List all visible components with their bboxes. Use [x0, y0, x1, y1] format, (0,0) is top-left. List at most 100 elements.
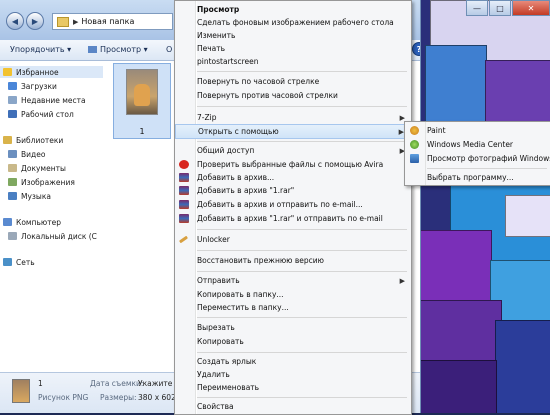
details-date-label: Дата съемки:	[90, 379, 144, 388]
submenu-item-media-center[interactable]: Windows Media Center	[405, 138, 550, 151]
menu-item-share[interactable]: Общий доступ ▶	[175, 144, 411, 157]
star-icon	[3, 68, 12, 76]
sidebar-item-network[interactable]: Сеть	[3, 256, 35, 268]
submenu-arrow-icon: ▶	[399, 276, 405, 285]
close-button[interactable]: ✕	[512, 0, 550, 16]
menu-item-rename[interactable]: Переименовать	[175, 381, 411, 394]
menu-separator	[197, 229, 407, 230]
menu-item-rar-email[interactable]: Добавить в архив "1.rar" и отправить по …	[175, 212, 411, 225]
menu-item-label: 7-Zip	[197, 113, 217, 122]
menu-item-avira-scan[interactable]: Проверить выбранные файлы с помощью Avir…	[175, 158, 411, 171]
menu-item-archive-email[interactable]: Добавить в архив и отправить по e-mail..…	[175, 198, 411, 211]
downloads-icon	[8, 82, 17, 90]
menu-separator	[197, 397, 407, 398]
menu-item-send-to[interactable]: Отправить ▶	[175, 274, 411, 287]
menu-item-label: Переименовать	[197, 383, 260, 392]
menu-item-pintostartscreen[interactable]: pintostartscreen	[175, 55, 411, 68]
menu-item-copy[interactable]: Копировать	[175, 335, 411, 348]
menu-item-add-to-rar[interactable]: Добавить в архив "1.rar"	[175, 184, 411, 197]
computer-icon	[3, 218, 12, 226]
menu-item-label: Копировать	[197, 337, 244, 346]
view-button[interactable]: Просмотр ▾	[88, 45, 148, 54]
breadcrumb-arrow-icon: ▶	[73, 17, 79, 26]
menu-item-restore-previous[interactable]: Восстановить прежнюю версию	[175, 254, 411, 267]
menu-item-label: Открыть с помощью	[198, 127, 279, 136]
back-button[interactable]: ◀	[6, 12, 24, 30]
menu-item-label: Просмотр	[197, 5, 240, 14]
menu-item-add-to-archive[interactable]: Добавить в архив...	[175, 171, 411, 184]
details-file-name: 1	[38, 379, 43, 388]
menu-item-label: Восстановить прежнюю версию	[197, 256, 324, 265]
menu-item-rotate-ccw[interactable]: Повернуть против часовой стрелки	[175, 89, 411, 102]
menu-item-rotate-cw[interactable]: Повернуть по часовой стрелке	[175, 75, 411, 88]
forward-button[interactable]: ▶	[26, 12, 44, 30]
pictures-icon	[8, 178, 17, 186]
sidebar-item-pictures[interactable]: Изображения	[8, 176, 75, 188]
menu-item-print[interactable]: Печать	[175, 42, 411, 55]
minimize-button[interactable]: —	[466, 0, 488, 16]
submenu-item-choose-program[interactable]: Выбрать программу...	[405, 171, 550, 184]
music-icon	[8, 192, 17, 200]
sidebar-item-favorites[interactable]: Избранное	[0, 66, 103, 78]
file-list: 1	[103, 61, 178, 371]
menu-item-properties[interactable]: Свойства	[175, 400, 411, 413]
menu-item-edit[interactable]: Изменить	[175, 29, 411, 42]
menu-item-label: Добавить в архив "1.rar" и отправить по …	[197, 214, 383, 223]
sidebar-item-recent-places[interactable]: Недавние места	[8, 94, 86, 106]
menu-item-create-shortcut[interactable]: Создать ярлык	[175, 355, 411, 368]
menu-item-unlocker[interactable]: Unlocker	[175, 233, 411, 246]
wallpaper-shape	[420, 360, 497, 413]
sidebar-item-libraries[interactable]: Библиотеки	[3, 134, 63, 146]
menu-item-set-wallpaper[interactable]: Сделать фоновым изображением рабочего ст…	[175, 16, 411, 29]
sidebar-item-video[interactable]: Видео	[8, 148, 45, 160]
maximize-button[interactable]: □	[489, 0, 511, 16]
wallpaper-shape	[425, 45, 487, 127]
menu-item-copy-to-folder[interactable]: Копировать в папку...	[175, 288, 411, 301]
sidebar-item-label: Компьютер	[16, 217, 61, 227]
menu-separator	[427, 168, 547, 169]
menu-item-label: Создать ярлык	[197, 357, 257, 366]
wallpaper-shape	[495, 320, 550, 413]
file-name: 1	[139, 127, 145, 136]
toolbar-truncated-button[interactable]: О	[166, 45, 172, 54]
menu-item-open-with[interactable]: Открыть с помощью ▶	[175, 124, 411, 139]
winrar-icon	[179, 173, 189, 182]
submenu-item-paint[interactable]: Paint	[405, 124, 550, 137]
menu-item-label: Переместить в папку...	[197, 303, 289, 312]
sidebar-item-label: Видео	[21, 149, 46, 159]
context-menu: Просмотр Сделать фоновым изображением ра…	[174, 0, 412, 415]
sidebar-item-music[interactable]: Музыка	[8, 190, 51, 202]
sidebar-item-label: Локальный диск (C	[21, 231, 97, 241]
menu-item-move-to-folder[interactable]: Переместить в папку...	[175, 301, 411, 314]
sidebar-item-label: Загрузки	[21, 81, 57, 91]
photo-viewer-icon	[410, 154, 419, 163]
sidebar-item-downloads[interactable]: Загрузки	[8, 80, 57, 92]
sidebar-item-label: Музыка	[21, 191, 51, 201]
organize-button[interactable]: Упорядочить ▾	[10, 45, 71, 54]
address-bar[interactable]: ▶ Новая папка	[52, 13, 173, 30]
media-center-icon	[410, 140, 419, 149]
menu-item-label: Удалить	[197, 370, 230, 379]
menu-item-label: Добавить в архив и отправить по e-mail..…	[197, 200, 363, 209]
sidebar-item-label: Изображения	[21, 177, 75, 187]
sidebar-item-desktop[interactable]: Рабочий стол	[8, 108, 74, 120]
documents-icon	[8, 164, 17, 172]
submenu-item-label: Просмотр фотографий Windows	[427, 154, 550, 163]
menu-item-preview[interactable]: Просмотр	[175, 3, 411, 16]
sidebar-item-computer[interactable]: Компьютер	[3, 216, 61, 228]
sidebar-item-label: Избранное	[16, 67, 59, 77]
menu-item-label: Свойства	[197, 402, 234, 411]
submenu-item-photo-viewer[interactable]: Просмотр фотографий Windows	[405, 152, 550, 165]
file-item[interactable]: 1	[113, 63, 171, 139]
sidebar-item-documents[interactable]: Документы	[8, 162, 66, 174]
address-folder-label: Новая папка	[81, 17, 135, 26]
image-thumbnail	[126, 69, 158, 115]
menu-item-7zip[interactable]: 7-Zip ▶	[175, 111, 411, 124]
menu-item-delete[interactable]: Удалить	[175, 368, 411, 381]
submenu-item-label: Выбрать программу...	[427, 173, 514, 182]
menu-item-cut[interactable]: Вырезать	[175, 321, 411, 334]
sidebar-item-local-disk[interactable]: Локальный диск (C	[8, 230, 97, 242]
video-icon	[8, 150, 17, 158]
help-button[interactable]: ?	[412, 42, 420, 56]
sidebar-item-label: Библиотеки	[16, 135, 64, 145]
